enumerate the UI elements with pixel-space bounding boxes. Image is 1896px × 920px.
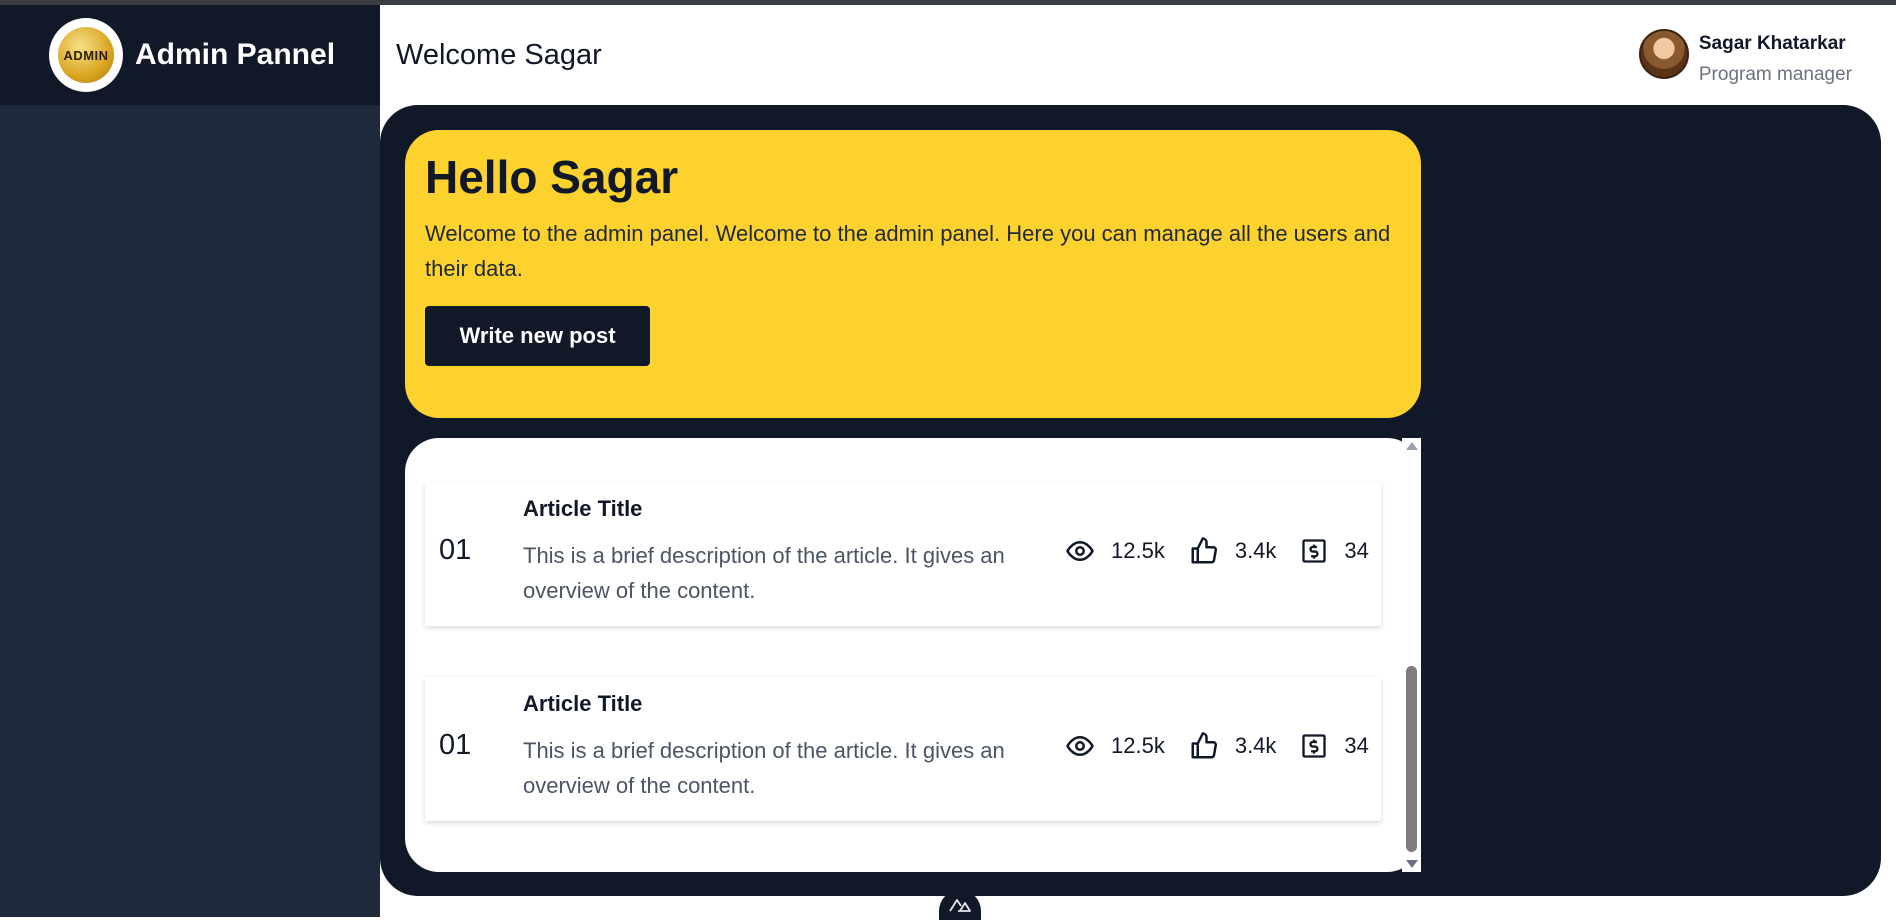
eye-icon	[1066, 540, 1094, 562]
article-stats: 12.5k 3.4k 34	[1065, 536, 1369, 566]
views-count: 12.5k	[1111, 733, 1165, 758]
likes-stat: 3.4k	[1189, 536, 1277, 566]
dollar-bill-icon	[1302, 734, 1327, 758]
articles-list[interactable]: 01 Article Title This is a brief descrip…	[405, 438, 1421, 872]
scroll-up-arrow-icon[interactable]	[1406, 442, 1418, 450]
user-role: Program manager	[1698, 64, 1852, 85]
article-item[interactable]: 01 Article Title This is a brief descrip…	[425, 677, 1381, 821]
article-number: 01	[439, 729, 472, 761]
thumbs-up-icon	[1191, 537, 1217, 564]
article-item[interactable]: 01 Article Title This is a brief descrip…	[425, 482, 1381, 626]
brand-title: Admin Pannel	[135, 38, 336, 71]
earnings-count: 34	[1344, 733, 1369, 758]
hero-text: Welcome to the admin panel. Welcome to t…	[425, 221, 1391, 281]
admin-logo: ADMIN	[49, 18, 123, 92]
article-number: 01	[439, 534, 472, 566]
hero-card: Hello Sagar Welcome to the admin panel. …	[405, 130, 1421, 418]
earnings-stat: 34	[1300, 732, 1369, 760]
user-profile[interactable]: Sagar Khatarkar Program manager	[1638, 29, 1852, 86]
likes-stat: 3.4k	[1189, 731, 1277, 761]
likes-count: 3.4k	[1234, 538, 1277, 563]
user-avatar[interactable]	[1638, 29, 1689, 79]
earnings-stat: 34	[1300, 537, 1369, 565]
views-stat: 12.5k	[1065, 731, 1165, 761]
scrollbar-thumb[interactable]	[1406, 666, 1417, 852]
likes-count: 3.4k	[1234, 733, 1277, 758]
article-title[interactable]: Article Title	[523, 691, 642, 717]
sidebar: ADMIN Admin Pannel	[0, 5, 380, 917]
top-header: Welcome Sagar Sagar Khatarkar Program ma…	[380, 5, 1896, 105]
nuxt-logo-icon	[949, 899, 971, 912]
article-description: This is a brief description of the artic…	[523, 738, 1005, 798]
user-info: Sagar Khatarkar Program manager	[1699, 29, 1852, 86]
article-stats: 12.5k 3.4k 34	[1065, 731, 1369, 761]
welcome-text: Welcome Sagar	[396, 39, 602, 71]
hero-heading: Hello Sagar	[425, 151, 679, 203]
views-stat: 12.5k	[1065, 536, 1165, 566]
article-title[interactable]: Article Title	[523, 496, 642, 522]
write-new-post-button[interactable]: Write new post	[425, 306, 650, 366]
articles-scrollbar[interactable]	[1402, 438, 1421, 872]
views-count: 12.5k	[1111, 538, 1165, 563]
main-content: Hello Sagar Welcome to the admin panel. …	[380, 105, 1881, 896]
scroll-down-arrow-icon[interactable]	[1406, 860, 1418, 868]
article-description: This is a brief description of the artic…	[523, 543, 1005, 603]
thumbs-up-icon	[1191, 732, 1217, 759]
user-name: Sagar Khatarkar	[1698, 33, 1846, 54]
admin-logo-badge: ADMIN	[58, 27, 114, 83]
eye-icon	[1066, 735, 1094, 757]
earnings-count: 34	[1344, 538, 1369, 563]
dollar-bill-icon	[1302, 539, 1327, 563]
brand[interactable]: ADMIN Admin Pannel	[0, 5, 380, 105]
